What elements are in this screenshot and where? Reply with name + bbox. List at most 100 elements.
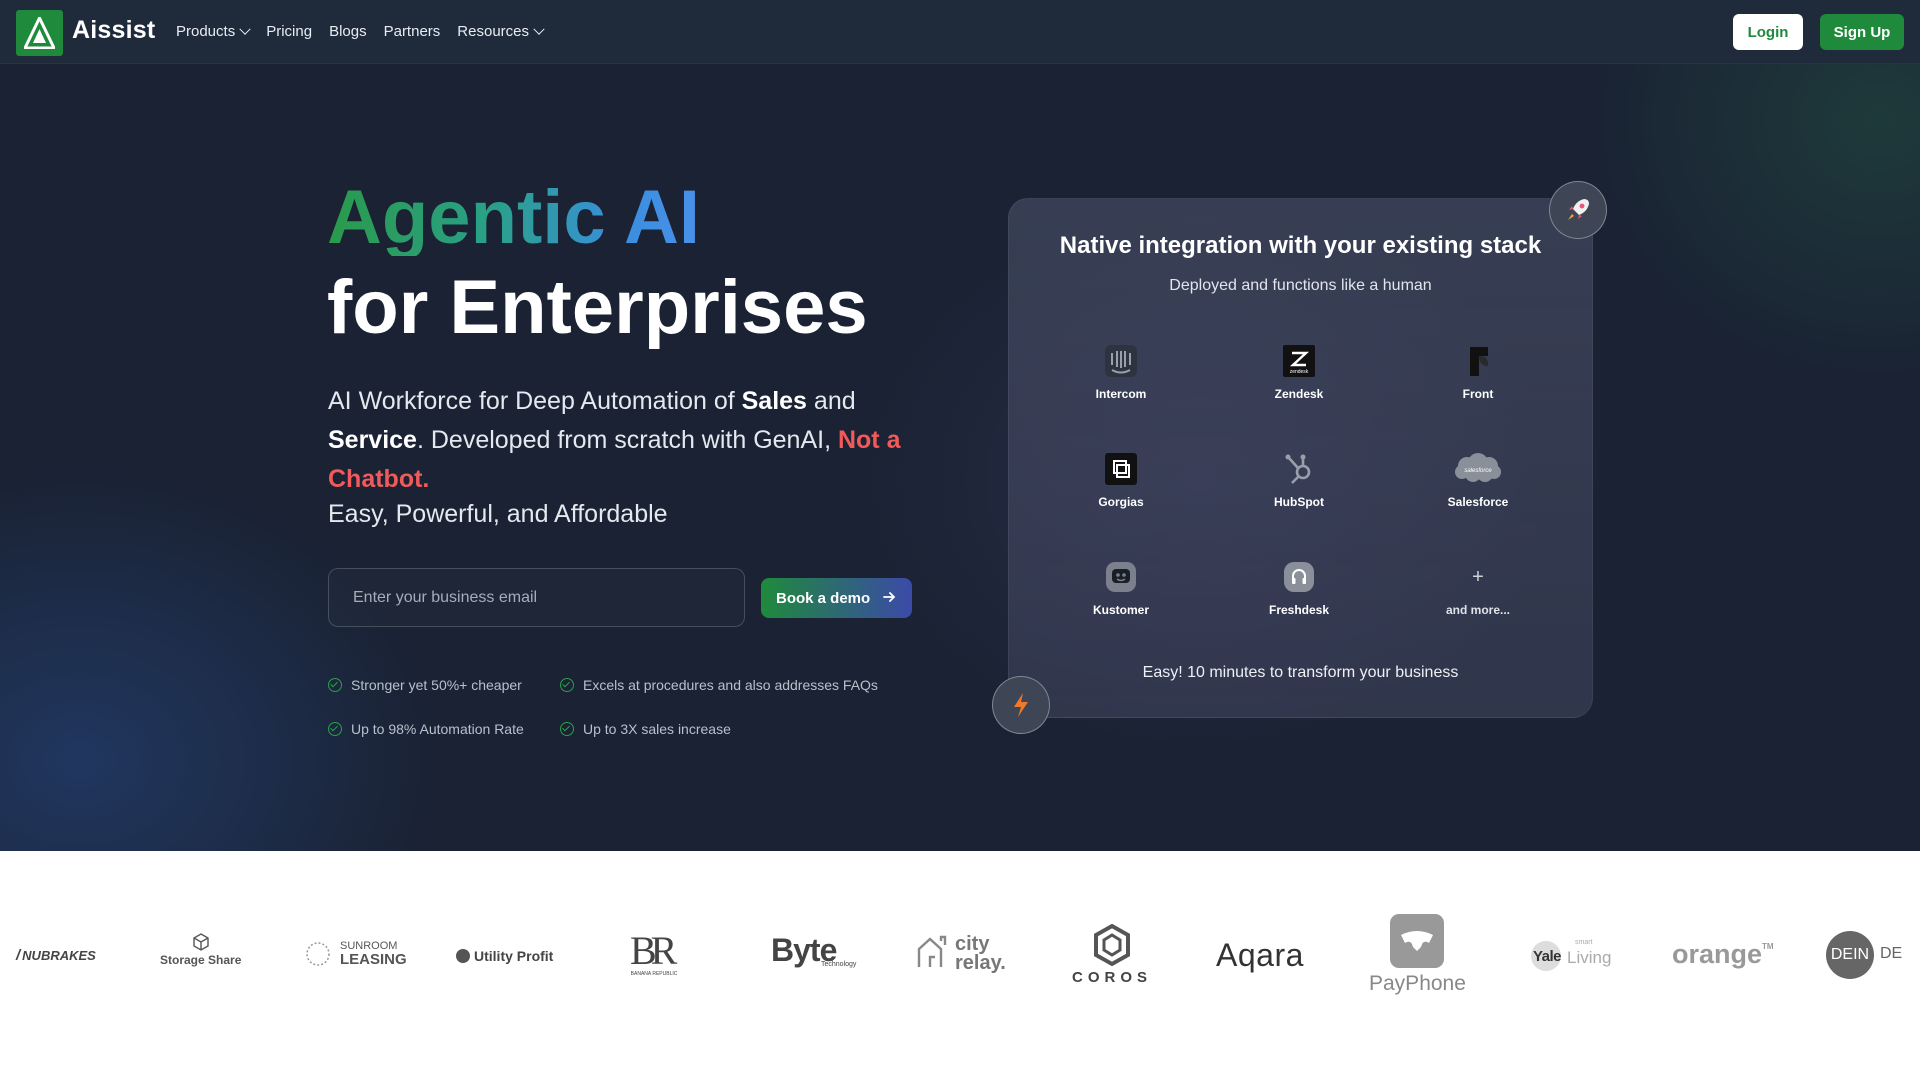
kustomer-icon: [1104, 560, 1138, 594]
logo-label: Yale: [1533, 948, 1562, 965]
integration-label: Zendesk: [1274, 387, 1324, 401]
utility-profit-icon: [456, 949, 470, 963]
arrow-right-icon: [883, 592, 896, 602]
intercom-icon: [1104, 344, 1138, 378]
logo-label: BR: [630, 928, 677, 973]
nav-menu: Products Pricing Blogs Partners Resource…: [176, 23, 560, 40]
rocket-icon: [1549, 181, 1607, 239]
check-circle-icon: [560, 678, 574, 692]
email-field-wrapper: [328, 568, 745, 627]
brand-name[interactable]: Aissist: [72, 16, 155, 45]
storage-cube-icon: [192, 933, 209, 951]
logo-label: relay.: [955, 952, 1006, 974]
hero-subtitle-sales: Sales: [741, 387, 807, 415]
book-demo-label: Book a demo: [776, 589, 871, 607]
signup-button[interactable]: Sign Up: [1820, 14, 1904, 50]
email-field[interactable]: [329, 569, 744, 626]
hero-subtitle: AI Workforce for Deep Automation of Sale…: [328, 382, 928, 499]
logo-label: DEIN: [1826, 931, 1874, 979]
logo-label: city: [955, 933, 990, 955]
nav-item-resources[interactable]: Resources: [457, 23, 545, 40]
chevron-down-icon: [533, 23, 545, 35]
logo-orange: orangeTM: [1672, 939, 1774, 970]
nav-item-partners[interactable]: Partners: [384, 23, 441, 40]
logo-storage-share: Storage Share: [160, 933, 241, 967]
sun-icon: [306, 942, 330, 966]
gorgias-icon: [1104, 452, 1138, 486]
feature-text: Up to 98% Automation Rate: [351, 721, 524, 737]
integration-more: + and more...: [1418, 560, 1538, 618]
check-circle-icon: [328, 678, 342, 692]
nav-item-blogs[interactable]: Blogs: [329, 23, 367, 40]
nubrakes-slash-icon: /: [16, 947, 21, 964]
logo-label: TM: [1762, 942, 1774, 951]
customer-logos-strip: / NUBRAKES Storage Share SUNROOM LEASING …: [0, 851, 1920, 1080]
nav-item-label: Resources: [457, 23, 529, 40]
hero-title: for Enterprises: [327, 265, 868, 350]
integration-front: Front: [1418, 344, 1538, 401]
logo-label: LEASING: [340, 951, 407, 968]
integration-zendesk: zendesk Zendesk: [1239, 344, 1359, 401]
integration-freshdesk: Freshdesk: [1239, 560, 1359, 617]
plus-glyph: +: [1472, 565, 1484, 588]
hero-tagline: Easy, Powerful, and Affordable: [328, 500, 668, 528]
nav-item-products[interactable]: Products: [176, 23, 251, 40]
hubspot-icon: [1282, 452, 1316, 486]
chevron-down-icon: [239, 23, 251, 35]
integrations-title: Native integration with your existing st…: [1059, 232, 1542, 259]
logo-label: DE: [1880, 945, 1903, 962]
feature-item: Up to 3X sales increase: [560, 721, 731, 737]
nav-item-label: Blogs: [329, 23, 367, 40]
logo-payphone: PayPhone: [1369, 913, 1466, 996]
hero-subtitle-part: and: [806, 387, 856, 415]
login-button[interactable]: Login: [1733, 14, 1803, 50]
logo-nubrakes: / NUBRAKES: [16, 947, 96, 964]
integrations-subtitle: Deployed and functions like a human: [1169, 277, 1432, 294]
logo-utility-profit: Utility Profit: [456, 948, 553, 964]
logo-label: COROS: [1071, 969, 1152, 986]
hero-subtitle-part: AI Workforce for Deep Automation of: [328, 387, 742, 415]
brand-logo-icon[interactable]: [16, 10, 63, 56]
check-circle-icon: [328, 722, 342, 736]
front-icon: [1461, 344, 1495, 378]
salesforce-mark: salesforce: [1464, 468, 1492, 474]
integration-hubspot: HubSpot: [1239, 452, 1359, 509]
feature-text: Excels at procedures and also addresses …: [583, 677, 878, 693]
logo-coros: COROS: [1064, 923, 1160, 986]
logo-byte: Byte Technology: [771, 933, 856, 968]
logo-label: smart: [1575, 939, 1593, 946]
integration-label: Intercom: [1095, 387, 1147, 401]
integrations-footer: Easy! 10 minutes to transform your busin…: [1142, 664, 1459, 681]
book-demo-button[interactable]: Book a demo: [761, 578, 912, 618]
integration-kustomer: Kustomer: [1061, 560, 1181, 617]
integration-label: Gorgias: [1098, 495, 1144, 509]
nav-item-label: Pricing: [266, 23, 313, 40]
zendesk-icon: zendesk: [1282, 344, 1316, 378]
hero-subtitle-part: . Developed from scratch with GenAI,: [416, 426, 838, 454]
logo-aqara: Aqara: [1216, 937, 1304, 973]
integration-label: Freshdesk: [1268, 603, 1330, 617]
integration-label: HubSpot: [1274, 495, 1324, 509]
top-navbar: Aissist Products Pricing Blogs Partners …: [0, 0, 1920, 64]
zendesk-mark: zendesk: [1290, 369, 1309, 375]
feature-item: Up to 98% Automation Rate: [328, 721, 524, 737]
nav-item-label: Partners: [383, 23, 441, 40]
coros-hexagon-icon: [1094, 923, 1130, 967]
feature-text: Stronger yet 50%+ cheaper: [351, 677, 522, 693]
hero-subtitle-service: Service: [328, 426, 417, 454]
logo-yale-living: Yale smart Living: [1531, 939, 1611, 971]
brand-logo-mark-icon: [24, 17, 55, 49]
feature-item: Excels at procedures and also addresses …: [560, 677, 878, 693]
logo-dein: DEIN DE: [1826, 931, 1902, 979]
nav-item-pricing[interactable]: Pricing: [266, 23, 312, 40]
logo-banana-republic: BR BANANA REPUBLIC: [630, 928, 677, 978]
integration-gorgias: Gorgias: [1061, 452, 1181, 509]
salesforce-icon: salesforce: [1453, 452, 1503, 486]
lightning-icon: [992, 676, 1050, 734]
integration-label: and more...: [1445, 603, 1510, 617]
check-circle-icon: [560, 722, 574, 736]
hero-title-gradient: Agentic AI: [327, 175, 700, 260]
logo-label: PayPhone: [1369, 972, 1466, 995]
nav-item-label: Products: [176, 23, 236, 40]
logo-label: Storage Share: [160, 953, 242, 967]
